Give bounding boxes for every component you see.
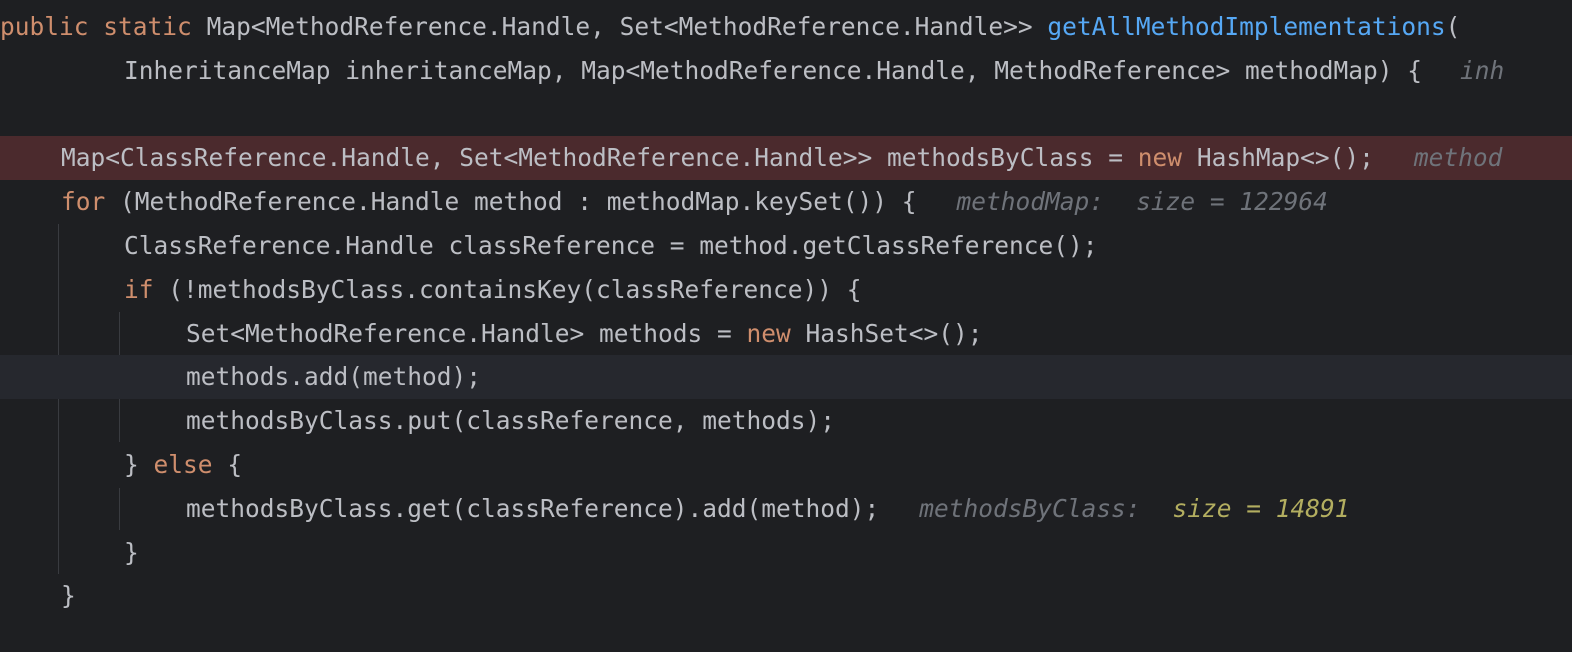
- keyword-public: public: [0, 12, 89, 41]
- constructor-call: HashMap<>();: [1196, 143, 1374, 172]
- inlay-hint-value-changed: size = 14891: [1172, 494, 1350, 523]
- statement: ClassReference.Handle classReference = m…: [124, 231, 1098, 260]
- code-line[interactable]: public static Map<MethodReference.Handle…: [0, 5, 1572, 49]
- inlay-hint-name: methodsByClass:: [919, 494, 1141, 523]
- code-line[interactable]: Set<MethodReference.Handle> methods = ne…: [0, 312, 1572, 356]
- code-line-current[interactable]: methods.add(method);: [0, 355, 1572, 399]
- open-paren: (: [1445, 12, 1461, 41]
- closing-brace: }: [124, 450, 139, 479]
- keyword-if: if: [124, 275, 154, 304]
- code-line[interactable]: } else {: [0, 443, 1572, 487]
- code-line[interactable]: if (!methodsByClass.containsKey(classRef…: [0, 268, 1572, 312]
- code-line-empty[interactable]: [0, 93, 1572, 137]
- keyword-static: static: [103, 12, 192, 41]
- code-line[interactable]: methodsByClass.put(classReference, metho…: [0, 399, 1572, 443]
- variable-declaration: Map<ClassReference.Handle, Set<MethodRef…: [61, 143, 1138, 172]
- inlay-hint: method: [1413, 143, 1503, 172]
- for-loop-header: (MethodReference.Handle method : methodM…: [120, 187, 917, 216]
- method-name: getAllMethodImplementations: [1047, 12, 1446, 41]
- code-line-breakpoint[interactable]: Map<ClassReference.Handle, Set<MethodRef…: [0, 136, 1572, 180]
- parameter-list: InheritanceMap inheritanceMap, Map<Metho…: [124, 56, 1423, 85]
- statement: methods.add(method);: [186, 362, 482, 391]
- closing-brace: }: [124, 538, 139, 567]
- code-line[interactable]: InheritanceMap inheritanceMap, Map<Metho…: [0, 49, 1572, 93]
- if-condition: (!methodsByClass.containsKey(classRefere…: [168, 275, 862, 304]
- code-editor[interactable]: public static Map<MethodReference.Handle…: [0, 0, 1572, 652]
- keyword-new: new: [1137, 143, 1183, 172]
- statement: methodsByClass.put(classReference, metho…: [186, 406, 836, 435]
- variable-declaration: Set<MethodReference.Handle> methods =: [186, 319, 747, 348]
- closing-brace: }: [61, 581, 76, 610]
- code-line[interactable]: ClassReference.Handle classReference = m…: [0, 224, 1572, 268]
- statement: methodsByClass.get(classReference).add(m…: [186, 494, 880, 523]
- code-line[interactable]: for (MethodReference.Handle method : met…: [0, 180, 1572, 224]
- inlay-hint-name: methodMap:: [956, 187, 1105, 216]
- return-type: Map<MethodReference.Handle, Set<MethodRe…: [206, 12, 1033, 41]
- inlay-hint-value: size = 122964: [1136, 187, 1328, 216]
- code-line[interactable]: }: [0, 574, 1572, 618]
- constructor-call: HashSet<>();: [805, 319, 983, 348]
- code-line[interactable]: methodsByClass.get(classReference).add(m…: [0, 487, 1572, 531]
- keyword-for: for: [61, 187, 106, 216]
- opening-brace: {: [227, 450, 243, 479]
- code-line[interactable]: }: [0, 531, 1572, 575]
- keyword-else: else: [153, 450, 213, 479]
- inlay-hint: inh: [1460, 56, 1505, 85]
- keyword-new: new: [746, 319, 791, 348]
